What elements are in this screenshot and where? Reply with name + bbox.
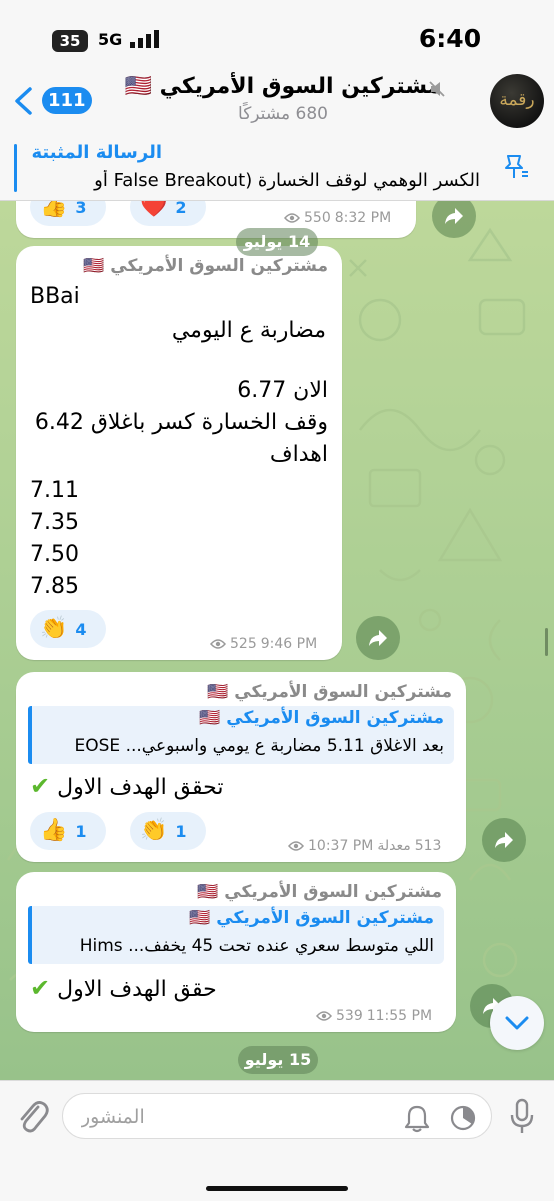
sender-name[interactable]: مشتركين السوق الأمريكي 🇺🇸 — [197, 882, 442, 902]
clock: 6:40 — [418, 24, 482, 53]
chevron-down-icon — [505, 1016, 529, 1030]
message-meta: 525 9:46 PM — [210, 636, 317, 652]
status-bar: 35 5G 6:40 — [0, 0, 554, 66]
message-ticker: BBai — [30, 284, 80, 309]
target-price: 7.11 — [30, 478, 79, 503]
message-meta: 539 11:55 PM — [316, 1008, 432, 1024]
home-indicator — [206, 1186, 348, 1191]
message-time: 9:46 PM — [260, 636, 318, 652]
timer-icon[interactable] — [448, 1103, 478, 1133]
message-bubble[interactable]: مشتركين السوق الأمريكي 🇺🇸 مشتركين السوق … — [16, 872, 456, 1032]
muted-icon — [429, 81, 445, 97]
message-text: ✔ تحقق الهدف الاول — [30, 772, 223, 800]
reply-quote[interactable]: مشتركين السوق الأمريكي 🇺🇸 اللي متوسط سعر… — [28, 906, 444, 964]
reaction-thumbs-up[interactable]: 👍 1 — [30, 812, 106, 850]
chat-header: 111 مشتركين السوق الأمريكي 🇺🇸 680 مشتركً… — [0, 66, 554, 136]
message-trade-type: مضاربة ع اليومي — [171, 318, 326, 343]
forward-button[interactable] — [356, 616, 400, 660]
subscriber-count: 680 مشتركًا — [238, 104, 328, 124]
edited-label: معدلة — [377, 838, 411, 854]
back-button[interactable]: 111 — [8, 80, 108, 120]
pinned-title: الرسالة المثبتة — [31, 142, 162, 163]
reply-quote[interactable]: مشتركين السوق الأمريكي 🇺🇸 بعد الاغلاق 5.… — [28, 706, 454, 764]
sender-name[interactable]: مشتركين السوق الأمريكي 🇺🇸 — [207, 682, 452, 702]
view-count: 513 — [414, 838, 442, 854]
message-bubble[interactable]: مشتركين السوق الأمريكي 🇺🇸 BBai مضاربة ع … — [16, 246, 342, 660]
view-count: 525 — [230, 636, 257, 652]
date-separator: 15 يوليو — [238, 1046, 318, 1074]
message-time: 11:55 PM — [366, 1008, 433, 1024]
reply-preview: اللي متوسط سعري عنده تحت 45 يخفف... Hims — [79, 936, 434, 956]
message-input-bar — [0, 1080, 554, 1201]
battery-indicator: 35 — [52, 30, 88, 52]
message-bubble[interactable]: مشتركين السوق الأمريكي 🇺🇸 مشتركين السوق … — [16, 672, 466, 862]
unread-count-badge: 111 — [42, 87, 92, 114]
message-text: ✔ حقق الهدف الاول — [30, 974, 217, 1002]
message-stop-loss: وقف الخسارة كسر باغلاق 6.42 — [34, 410, 328, 435]
forward-arrow-icon — [369, 630, 387, 646]
channel-title[interactable]: مشتركين السوق الأمريكي 🇺🇸 — [118, 74, 448, 99]
pinned-text: الكسر الوهمي لوقف الخسارة (False Breakou… — [94, 170, 480, 191]
check-mark-icon: ✔ — [30, 974, 51, 1002]
message-body: تحقق الهدف الاول — [57, 775, 224, 800]
target-price: 7.50 — [30, 542, 79, 567]
pinned-message-bar[interactable]: الرسالة المثبتة الكسر الوهمي لوقف الخسار… — [0, 136, 554, 201]
avatar-logo-text: رقمة — [499, 90, 535, 110]
message-time: 8:32 PM — [334, 210, 392, 226]
attach-icon[interactable] — [14, 1097, 50, 1137]
message-time: 10:37 PM — [308, 838, 374, 854]
forward-arrow-icon — [445, 208, 463, 224]
sender-name[interactable]: مشتركين السوق الأمريكي 🇺🇸 — [83, 256, 328, 276]
reaction-clap[interactable]: 👏 4 — [30, 610, 106, 648]
reaction-clap[interactable]: 👏 1 — [130, 812, 206, 850]
pinned-indicator — [14, 144, 17, 192]
bell-icon[interactable] — [402, 1103, 432, 1133]
message-current-price: الان 6.77 — [237, 378, 328, 403]
scroll-to-bottom-button[interactable] — [490, 996, 544, 1050]
target-price: 7.85 — [30, 574, 79, 599]
view-count: 539 — [336, 1008, 363, 1024]
views-eye-icon — [316, 1011, 332, 1021]
reply-sender: مشتركين السوق الأمريكي 🇺🇸 — [189, 908, 434, 928]
message-meta: 10:37 PM معدلة 513 — [288, 838, 441, 854]
message-meta: 550 8:32 PM — [284, 210, 391, 226]
chevron-left-icon — [15, 87, 32, 115]
pin-list-icon[interactable] — [496, 152, 530, 182]
signal-icon — [130, 30, 159, 48]
views-eye-icon — [288, 841, 304, 851]
message-body: حقق الهدف الاول — [57, 977, 217, 1002]
view-count: 550 — [304, 210, 331, 226]
views-eye-icon — [210, 639, 226, 649]
reply-indicator — [28, 706, 32, 764]
reply-preview: بعد الاغلاق 5.11 مضاربة ع يومي واسبوعي..… — [74, 736, 444, 756]
channel-avatar[interactable]: رقمة — [490, 74, 544, 128]
network-type: 5G — [98, 30, 123, 49]
views-eye-icon — [284, 213, 300, 223]
forward-button[interactable] — [482, 818, 526, 862]
check-mark-icon: ✔ — [30, 772, 51, 800]
forward-arrow-icon — [495, 832, 513, 848]
reply-indicator — [28, 906, 32, 964]
microphone-icon[interactable] — [508, 1097, 536, 1137]
message-input[interactable] — [79, 1094, 383, 1140]
message-targets-label: اهداف — [269, 442, 328, 467]
scrollbar[interactable] — [545, 628, 548, 656]
target-price: 7.35 — [30, 510, 79, 535]
date-separator: 14 يوليو — [236, 228, 318, 256]
reply-sender: مشتركين السوق الأمريكي 🇺🇸 — [199, 708, 444, 728]
